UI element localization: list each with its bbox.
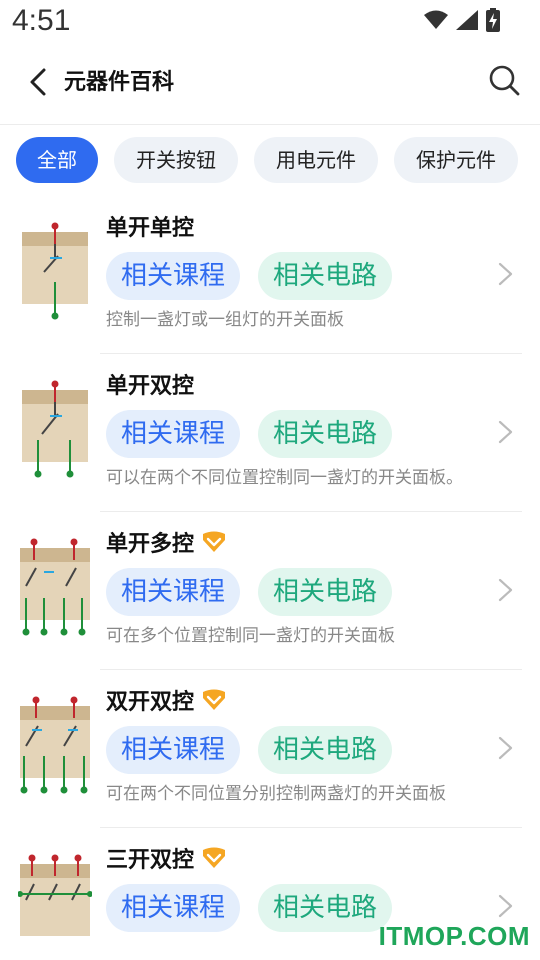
item-title: 双开双控: [106, 684, 228, 716]
tab-all[interactable]: 全部: [16, 137, 98, 183]
item-chips: 相关课程 相关电路: [106, 884, 393, 932]
related-course-button[interactable]: 相关课程: [106, 568, 241, 616]
vip-diamond-icon: [203, 689, 226, 710]
component-list: 单开单控 相关课程 相关电路 控制一盏灯或一组灯的开关面板 单开双控 相关课程 …: [0, 196, 540, 960]
item-description: 可以在两个不同位置控制同一盏灯的开关面板。: [106, 468, 463, 488]
item-title-text: 单开单控: [106, 216, 195, 241]
item-title: 单开多控: [106, 526, 228, 558]
related-circuit-button[interactable]: 相关电路: [258, 252, 393, 300]
related-circuit-button[interactable]: 相关电路: [258, 726, 393, 774]
category-tabs: 全部 开关按钮 用电元件 保护元件: [16, 137, 518, 183]
search-icon: [489, 65, 520, 96]
switch-diagram-thumbnail: [18, 538, 92, 638]
chevron-right-icon[interactable]: [496, 418, 516, 446]
status-time: 4:51: [12, 4, 71, 37]
item-chips: 相关课程 相关电路: [106, 568, 393, 616]
chevron-right-icon[interactable]: [496, 734, 516, 762]
related-course-button[interactable]: 相关课程: [106, 252, 241, 300]
tab-electrical-components[interactable]: 用电元件: [254, 137, 378, 183]
list-item[interactable]: 单开单控 相关课程 相关电路 控制一盏灯或一组灯的开关面板: [0, 196, 540, 354]
back-button[interactable]: [22, 64, 58, 100]
item-chips: 相关课程 相关电路: [106, 410, 393, 458]
header-divider: [0, 124, 540, 125]
related-course-button[interactable]: 相关课程: [106, 410, 241, 458]
battery-charging-icon: [486, 8, 500, 32]
item-title: 三开双控: [106, 842, 228, 874]
watermark-logo: ITMOP.COM: [378, 921, 530, 951]
related-course-button[interactable]: 相关课程: [106, 884, 241, 932]
item-description: 控制一盏灯或一组灯的开关面板: [106, 310, 344, 330]
vip-diamond-icon: [203, 847, 226, 868]
switch-diagram-thumbnail: [18, 696, 92, 796]
vip-diamond-icon: [203, 531, 226, 552]
list-item[interactable]: 双开双控 相关课程 相关电路 可在两个不同位置分别控制两盏灯的开关面板: [0, 670, 540, 828]
item-title: 单开双控: [106, 368, 194, 400]
list-item[interactable]: 单开多控 相关课程 相关电路 可在多个位置控制同一盏灯的开关面板: [0, 512, 540, 670]
app-header: 元器件百科: [0, 52, 540, 110]
status-bar: 4:51: [0, 0, 540, 44]
signal-icon: [456, 10, 478, 30]
switch-diagram-thumbnail: [17, 854, 93, 954]
item-chips: 相关课程 相关电路: [106, 726, 393, 774]
chevron-left-icon: [30, 68, 46, 96]
related-circuit-button[interactable]: 相关电路: [258, 568, 393, 616]
list-item[interactable]: 单开双控 相关课程 相关电路 可以在两个不同位置控制同一盏灯的开关面板。: [0, 354, 540, 512]
switch-diagram-thumbnail: [18, 222, 92, 322]
chevron-right-icon[interactable]: [496, 892, 516, 920]
item-title: 单开单控: [106, 210, 194, 242]
tab-switches[interactable]: 开关按钮: [114, 137, 238, 183]
item-title-text: 单开双控: [106, 374, 195, 399]
chevron-right-icon[interactable]: [496, 260, 516, 288]
search-button[interactable]: [486, 62, 522, 98]
item-chips: 相关课程 相关电路: [106, 252, 393, 300]
item-description: 可在两个不同位置分别控制两盏灯的开关面板: [106, 784, 446, 804]
item-description: 可在多个位置控制同一盏灯的开关面板: [106, 626, 395, 646]
related-course-button[interactable]: 相关课程: [106, 726, 241, 774]
status-icons: [424, 8, 500, 32]
switch-diagram-thumbnail: [18, 380, 92, 480]
wifi-icon: [424, 10, 448, 29]
item-title-text: 三开双控: [106, 848, 195, 873]
page-title: 元器件百科: [64, 70, 175, 95]
chevron-right-icon[interactable]: [496, 576, 516, 604]
related-circuit-button[interactable]: 相关电路: [258, 884, 393, 932]
related-circuit-button[interactable]: 相关电路: [258, 410, 393, 458]
item-title-text: 单开多控: [106, 532, 195, 557]
tab-protection-components[interactable]: 保护元件: [394, 137, 518, 183]
item-title-text: 双开双控: [106, 690, 195, 715]
